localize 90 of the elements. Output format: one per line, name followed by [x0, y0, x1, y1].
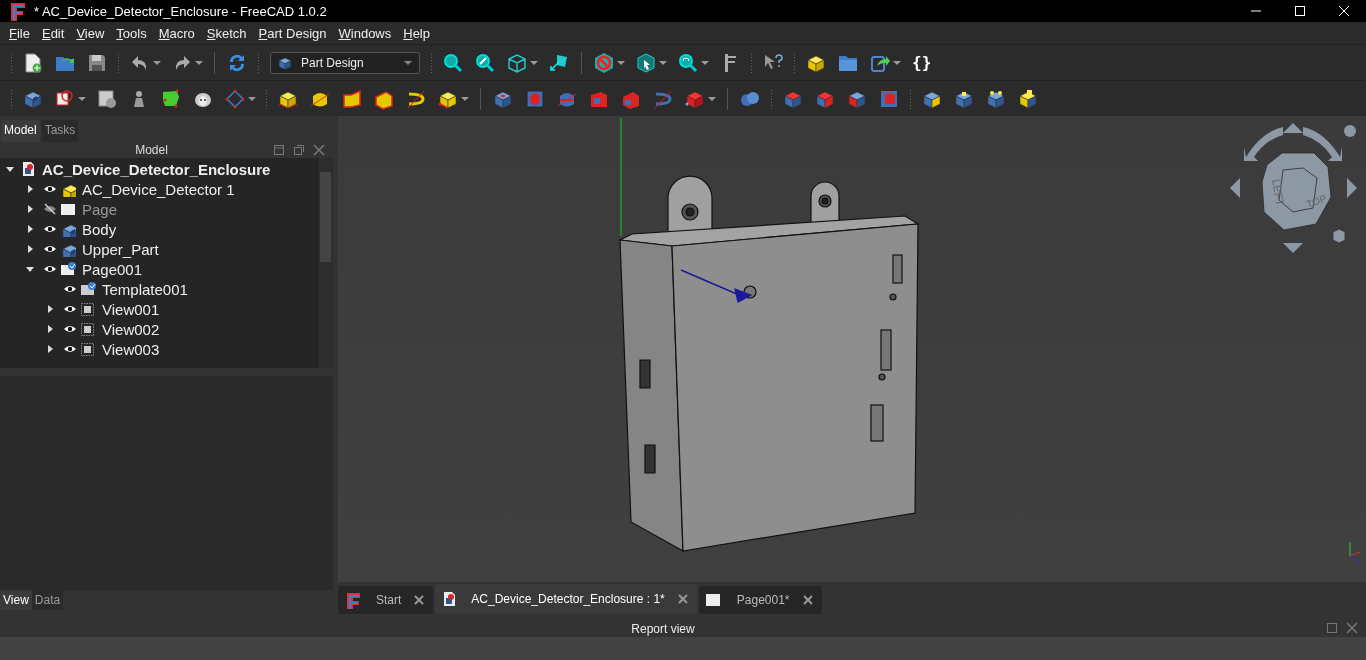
zoom-fit-icon[interactable] [442, 51, 464, 74]
loft-icon[interactable] [341, 87, 363, 110]
page-check-icon [60, 261, 76, 277]
view-frame-icon [80, 321, 96, 337]
template-check-icon [80, 281, 96, 297]
menu-item[interactable]: Tools [110, 23, 153, 43]
app-logo-icon [8, 1, 26, 21]
python-console-button[interactable]: {} [912, 53, 932, 72]
scrollbar[interactable] [317, 158, 333, 368]
toolbar-grip[interactable] [770, 88, 773, 109]
triangle-down-icon[interactable] [25, 264, 35, 274]
tree-item-label[interactable]: AC_Device_Detector_Enclosure [42, 160, 271, 178]
triangle-right-icon[interactable] [25, 224, 35, 234]
page-icon [704, 593, 721, 607]
eye-icon[interactable] [63, 323, 77, 335]
menu-item[interactable]: Macro [152, 23, 201, 43]
maximize-icon[interactable] [1294, 5, 1306, 17]
toolbar-grip[interactable] [793, 52, 796, 73]
tree-item-label[interactable]: View001 [102, 300, 160, 318]
window-title: * AC_Device_Detector_Enclosure - FreeCAD 1.0.2 [34, 3, 327, 19]
document-tab[interactable]: Start [338, 586, 434, 614]
eye-icon[interactable] [43, 223, 57, 235]
document-tab[interactable]: AC_Device_Detector_Enclosure : 1* [435, 584, 697, 614]
wireframe-cube-icon[interactable] [506, 51, 528, 74]
toolbar-grip[interactable] [257, 52, 260, 73]
tree-item-label[interactable]: Upper_Part [82, 240, 159, 258]
triangle-right-icon[interactable] [45, 344, 55, 354]
cube-face-label: LEFT [1270, 178, 1287, 207]
box-pointer-icon[interactable] [635, 51, 657, 74]
new-file-icon[interactable] [22, 51, 44, 74]
menu-item[interactable]: Sketch [200, 23, 253, 43]
cube-face-label: TOP [1304, 192, 1328, 210]
triangle-right-icon[interactable] [25, 244, 35, 254]
diamond-icon[interactable] [224, 87, 246, 110]
panel-tab[interactable]: Data [31, 590, 64, 610]
multi-pattern-icon[interactable] [1017, 87, 1039, 110]
triangle-right-icon[interactable] [25, 204, 35, 214]
panel-tab[interactable]: Tasks [41, 120, 79, 142]
triangle-right-icon[interactable] [25, 184, 35, 194]
triangle-right-icon[interactable] [45, 324, 55, 334]
tree-item-label[interactable]: Page [82, 200, 118, 218]
tree-item-label[interactable]: Page001 [82, 260, 143, 278]
no-entry-icon[interactable] [593, 51, 615, 74]
axis-triad-icon [1349, 541, 1361, 565]
menu-item[interactable]: Help [397, 23, 436, 43]
float-panel-icon[interactable] [273, 144, 285, 156]
undock-icon[interactable] [293, 144, 305, 156]
toolbar-grip[interactable] [430, 52, 433, 73]
menu-item[interactable]: View [70, 23, 111, 43]
menu-item[interactable]: File [3, 23, 36, 43]
panel-tab[interactable]: View [0, 590, 32, 610]
view-frame-icon [80, 341, 96, 357]
zoom-selection-icon[interactable] [474, 51, 496, 74]
menu-item[interactable]: Windows [332, 23, 398, 43]
toolbar-grip[interactable] [10, 52, 13, 73]
crossed-eye-icon[interactable] [43, 203, 57, 215]
workbench-dropdown[interactable]: Part Design [270, 51, 420, 74]
menu-item[interactable]: Part Design [252, 23, 333, 43]
page-icon [60, 201, 76, 217]
menu-item[interactable]: Edit [35, 23, 71, 43]
toolbar-grip[interactable] [265, 88, 268, 109]
tree-item-label[interactable]: View003 [102, 340, 160, 358]
toolbar-grip[interactable] [909, 88, 912, 109]
tree-item-label[interactable]: AC_Device_Detector 1 [82, 180, 235, 198]
toolbar-grip[interactable] [750, 52, 753, 73]
toolbar-grip[interactable] [10, 88, 13, 109]
document-icon [441, 591, 456, 607]
sketch-lock-icon[interactable] [96, 87, 118, 110]
tree-item-label[interactable]: View002 [102, 320, 160, 338]
blob-shape-icon[interactable] [160, 87, 182, 110]
panel-title: Model [134, 143, 169, 157]
panel-tab[interactable]: Model [1, 120, 40, 142]
document-tab[interactable]: Page001* [698, 586, 822, 614]
eye-icon[interactable] [63, 343, 77, 355]
toolbar-grip[interactable] [117, 52, 120, 73]
float-panel-icon[interactable] [1326, 622, 1338, 634]
eye-icon[interactable] [63, 283, 77, 295]
eye-icon[interactable] [63, 303, 77, 315]
tree-item-label[interactable]: Body [82, 220, 117, 238]
triangle-down-icon[interactable] [5, 164, 15, 174]
document-icon [20, 161, 36, 177]
zoom-refresh-icon[interactable] [677, 51, 699, 74]
view-frame-icon [80, 301, 96, 317]
app-logo-icon [344, 591, 360, 609]
eye-icon[interactable] [43, 263, 57, 275]
panel-title: Report view [630, 622, 696, 636]
eye-icon[interactable] [43, 183, 57, 195]
eye-icon[interactable] [43, 243, 57, 255]
tree-item-label[interactable]: Template001 [102, 280, 188, 298]
triangle-right-icon[interactable] [45, 304, 55, 314]
